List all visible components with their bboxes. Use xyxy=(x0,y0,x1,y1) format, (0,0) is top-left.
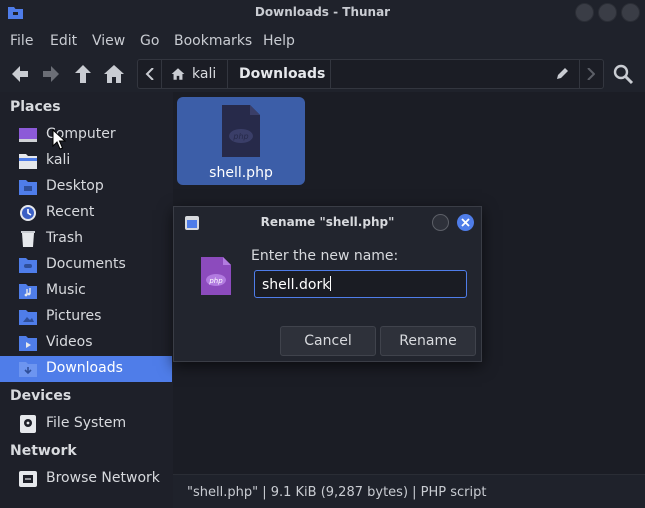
devices-heading: Devices xyxy=(10,388,72,404)
home-icon[interactable] xyxy=(103,63,125,85)
menu-go[interactable]: Go xyxy=(140,33,159,49)
mouse-pointer-icon xyxy=(52,129,66,150)
sidebar-item-browse-network[interactable]: Browse Network xyxy=(0,466,172,492)
sidebar: Places Computer kali Desktop Recent Tras… xyxy=(0,92,172,508)
sidebar-item-label: kali xyxy=(46,152,71,168)
sidebar-item-computer[interactable]: Computer xyxy=(0,122,172,148)
rename-dialog: Rename "shell.php" php Enter the new nam… xyxy=(173,206,482,362)
network-heading: Network xyxy=(10,443,77,459)
sidebar-item-music[interactable]: Music xyxy=(0,278,172,304)
new-name-input[interactable]: shell.dork xyxy=(254,270,467,298)
documents-folder-icon xyxy=(19,258,37,273)
status-bar: "shell.php" | 9.1 KiB (9,287 bytes) | PH… xyxy=(173,474,645,508)
search-icon[interactable] xyxy=(612,63,634,85)
sidebar-item-label: Downloads xyxy=(46,360,123,376)
menu-view[interactable]: View xyxy=(92,33,125,49)
network-icon xyxy=(19,471,37,487)
sidebar-item-label: Pictures xyxy=(46,308,102,324)
music-folder-icon xyxy=(19,284,37,299)
path-bar: kali Downloads xyxy=(137,59,604,89)
sidebar-item-label: Videos xyxy=(46,334,93,350)
computer-icon xyxy=(19,128,37,142)
file-item-shell-php[interactable]: php shell.php xyxy=(177,97,305,185)
arrow-up-icon[interactable] xyxy=(72,63,94,85)
dialog-close-button[interactable] xyxy=(457,214,474,231)
path-divider xyxy=(579,60,580,88)
rename-prompt: Enter the new name: xyxy=(251,248,399,264)
menu-edit[interactable]: Edit xyxy=(50,33,77,49)
pictures-folder-icon xyxy=(19,310,37,325)
places-heading: Places xyxy=(10,99,61,115)
home-icon xyxy=(171,68,185,80)
downloads-folder-icon xyxy=(19,362,37,377)
sidebar-item-pictures[interactable]: Pictures xyxy=(0,304,172,330)
sidebar-item-label: File System xyxy=(46,415,127,431)
toolbar: kali Downloads xyxy=(0,56,645,92)
php-file-icon: php xyxy=(201,257,231,295)
new-name-value: shell.dork xyxy=(262,277,331,293)
menu-bookmarks[interactable]: Bookmarks xyxy=(174,33,252,49)
home-folder-icon xyxy=(19,154,37,169)
videos-folder-icon xyxy=(19,336,37,351)
cancel-button[interactable]: Cancel xyxy=(280,326,376,356)
drive-icon xyxy=(20,415,36,433)
close-button[interactable] xyxy=(621,3,640,22)
rename-button[interactable]: Rename xyxy=(380,326,476,356)
maximize-button[interactable] xyxy=(598,3,617,22)
menu-file[interactable]: File xyxy=(10,33,33,49)
sidebar-item-label: Recent xyxy=(46,204,95,220)
sidebar-item-downloads[interactable]: Downloads xyxy=(0,356,172,382)
sidebar-item-trash[interactable]: Trash xyxy=(0,226,172,252)
sidebar-item-label: Desktop xyxy=(46,178,104,194)
path-segment-label: kali xyxy=(192,66,217,82)
arrow-right-icon[interactable] xyxy=(40,63,62,85)
sidebar-item-label: Browse Network xyxy=(46,470,160,486)
sidebar-item-videos[interactable]: Videos xyxy=(0,330,172,356)
svg-text:php: php xyxy=(232,132,248,141)
sidebar-item-recent[interactable]: Recent xyxy=(0,200,172,226)
sidebar-item-label: Music xyxy=(46,282,86,298)
path-segment-home[interactable]: kali xyxy=(162,60,228,88)
recent-icon xyxy=(20,205,36,221)
dialog-minimize-button[interactable] xyxy=(432,214,449,231)
arrow-left-icon[interactable] xyxy=(9,63,31,85)
path-scroll-left-button[interactable] xyxy=(138,60,162,88)
minimize-button[interactable] xyxy=(575,3,594,22)
path-segment-label: Downloads xyxy=(239,66,326,82)
sidebar-item-label: Trash xyxy=(46,230,83,246)
chevron-left-icon xyxy=(145,68,154,80)
svg-text:php: php xyxy=(208,277,223,285)
sidebar-item-kali[interactable]: kali xyxy=(0,148,172,174)
desktop-folder-icon xyxy=(19,180,37,195)
text-cursor xyxy=(330,276,332,291)
title-bar: Downloads - Thunar xyxy=(0,0,645,26)
status-text: "shell.php" | 9.1 KiB (9,287 bytes) | PH… xyxy=(187,485,487,500)
menu-help[interactable]: Help xyxy=(263,33,295,49)
close-icon xyxy=(461,218,470,227)
path-segment-downloads[interactable]: Downloads xyxy=(228,60,331,88)
sidebar-item-desktop[interactable]: Desktop xyxy=(0,174,172,200)
window-title: Downloads - Thunar xyxy=(254,5,391,19)
sidebar-item-label: Documents xyxy=(46,256,126,272)
sidebar-item-file-system[interactable]: File System xyxy=(0,411,172,437)
trash-icon xyxy=(21,231,35,247)
pencil-icon[interactable] xyxy=(555,67,569,81)
file-name: shell.php xyxy=(209,165,273,181)
chevron-right-icon[interactable] xyxy=(587,68,595,80)
sidebar-item-documents[interactable]: Documents xyxy=(0,252,172,278)
menu-bar: File Edit View Go Bookmarks Help xyxy=(0,26,645,56)
php-file-icon: php xyxy=(222,105,260,157)
